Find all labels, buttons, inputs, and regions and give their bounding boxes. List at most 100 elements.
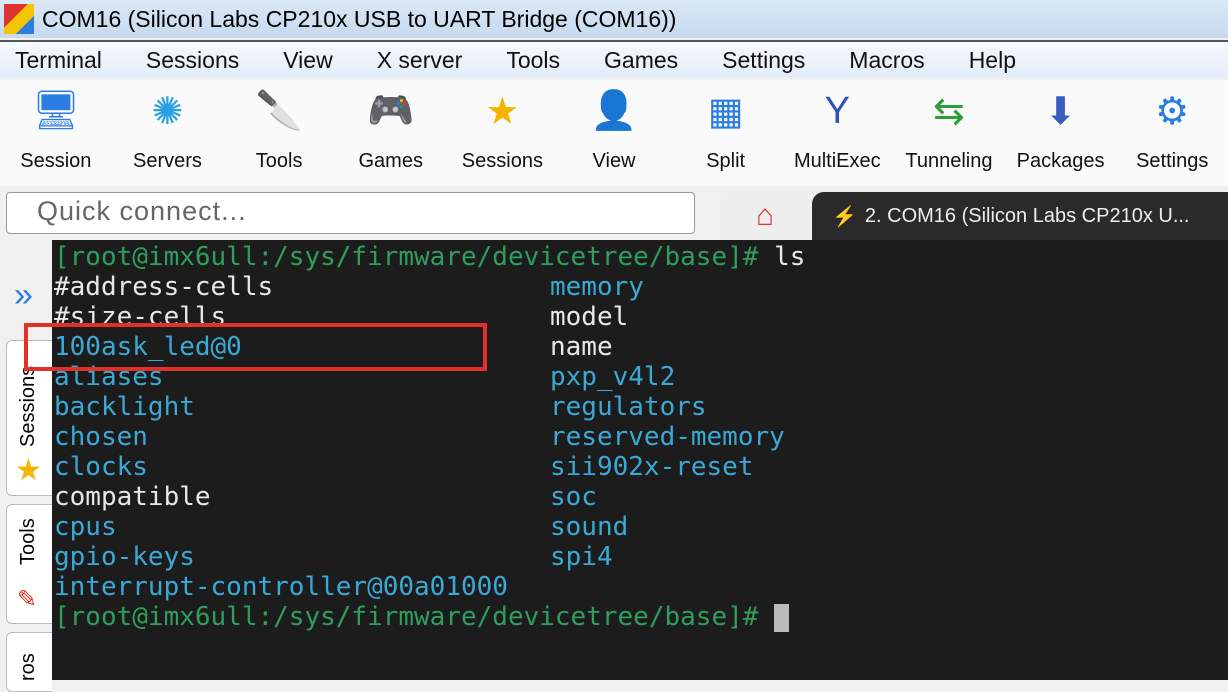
toolbar-label: Settings bbox=[1136, 150, 1209, 172]
gear-icon: ⚙ bbox=[1155, 90, 1190, 133]
toolbar-label: Split bbox=[706, 150, 746, 172]
sidebar-tab-label: ros bbox=[17, 653, 39, 681]
home-icon: ⌂ bbox=[755, 199, 775, 232]
menu-terminal[interactable]: Terminal bbox=[15, 47, 102, 74]
ls-entry: regulators bbox=[550, 392, 707, 422]
ls-entry: chosen bbox=[54, 422, 148, 452]
ls-entry: interrupt-controller@00a01000 bbox=[54, 572, 508, 602]
ls-entry: sound bbox=[550, 512, 628, 542]
toolbar-label: Packages bbox=[1016, 150, 1105, 172]
expand-sidebar-icon[interactable]: » bbox=[14, 276, 33, 315]
toolbar-games-button[interactable]: 🎮 Games bbox=[335, 80, 447, 186]
entry-name: memory bbox=[550, 272, 644, 302]
menu-settings[interactable]: Settings bbox=[722, 47, 805, 74]
session-tab[interactable]: ⚡ 2. COM16 (Silicon Labs CP210x U... bbox=[812, 192, 1228, 240]
entry-name: model bbox=[550, 302, 629, 332]
split-icon: ▦ bbox=[707, 90, 744, 133]
entry-name: backlight bbox=[54, 392, 195, 422]
left-sidebar: » Sessions ★ Tools ✎ ros bbox=[0, 240, 52, 692]
package-icon: ⬇ bbox=[1044, 90, 1077, 133]
toolbar-sessions-button[interactable]: ★ Sessions bbox=[447, 80, 559, 186]
menu-tools[interactable]: Tools bbox=[506, 47, 560, 74]
menu-view[interactable]: View bbox=[283, 47, 332, 74]
entry-name: clocks bbox=[54, 452, 148, 482]
toolbar-label: Session bbox=[20, 150, 92, 172]
ls-entry: spi4 bbox=[550, 542, 613, 572]
toolbar-label: Servers bbox=[133, 150, 202, 172]
ls-entry: clocks bbox=[54, 452, 148, 482]
menu-bar: Terminal Sessions View X server Tools Games Se… bbox=[0, 40, 1228, 78]
entry-name: regulators bbox=[550, 392, 707, 422]
fork-icon: Y bbox=[824, 89, 850, 132]
ls-entry: backlight bbox=[54, 392, 195, 422]
sidebar-tab-tools[interactable]: Tools ✎ bbox=[6, 504, 52, 624]
ls-entry: name bbox=[550, 332, 613, 362]
prompt: [root@imx6ull:/sys/firmware/devicetree/b… bbox=[54, 242, 775, 272]
toolbar-servers-button[interactable]: ✺ Servers bbox=[112, 80, 224, 186]
ls-entry: cpus bbox=[54, 512, 117, 542]
entry-name: cpus bbox=[54, 512, 117, 542]
sidebar-tab-macros[interactable]: ros bbox=[6, 632, 52, 692]
toolbar-tools-button[interactable]: 🔪 Tools bbox=[223, 80, 335, 186]
entry-name: gpio-keys bbox=[54, 542, 195, 572]
toolbar-label: Tools bbox=[255, 150, 303, 172]
ls-entry: memory bbox=[550, 272, 644, 302]
toolbar-view-button[interactable]: 👤 View bbox=[558, 80, 670, 186]
sidebar-tab-label: Tools bbox=[17, 518, 39, 565]
title-bar: COM16 (Silicon Labs CP210x USB to UART B… bbox=[0, 0, 1228, 38]
entry-name: soc bbox=[550, 482, 597, 512]
toolbar-label: View bbox=[592, 150, 636, 172]
toolbar: 🖥 Session ✺ Servers 🔪 Tools 🎮 Games ★ Sessions 👤 Vi… bbox=[0, 80, 1228, 186]
toolbar-multiexec-button[interactable]: Y MultiExec bbox=[781, 80, 893, 186]
command: ls bbox=[774, 242, 806, 272]
toolbar-split-button[interactable]: ▦ Split bbox=[670, 80, 782, 186]
terminal[interactable]: [root@imx6ull:/sys/firmware/devicetree/b… bbox=[52, 240, 1228, 680]
session-tab-label: 2. COM16 (Silicon Labs CP210x U... bbox=[864, 204, 1190, 227]
toolbar-label: Tunneling bbox=[905, 150, 993, 172]
ls-entry: model bbox=[550, 302, 628, 332]
toolbar-tunneling-button[interactable]: ⇆ Tunneling bbox=[893, 80, 1005, 186]
entry-name: interrupt-controller@00a01000 bbox=[54, 572, 508, 602]
ls-entry: pxp_v4l2 bbox=[550, 362, 675, 392]
entry-name: name bbox=[550, 332, 613, 362]
entry-name: pxp_v4l2 bbox=[550, 362, 676, 392]
ls-entry: sii902x-reset bbox=[550, 452, 754, 482]
menu-sessions[interactable]: Sessions bbox=[146, 47, 239, 74]
toolbar-settings-button[interactable]: ⚙ Settings bbox=[1116, 80, 1228, 186]
entry-name: sii902x-reset bbox=[550, 452, 754, 482]
toolbar-label: Sessions bbox=[461, 150, 543, 172]
star-icon: ★ bbox=[485, 90, 520, 133]
ls-entry: soc bbox=[550, 482, 597, 512]
network-icon: ✺ bbox=[151, 90, 184, 133]
menu-help[interactable]: Help bbox=[969, 47, 1016, 74]
app-logo-icon bbox=[4, 4, 34, 34]
home-tab[interactable]: ⌂ bbox=[720, 192, 810, 240]
star-icon: ★ bbox=[15, 454, 42, 487]
prompt-line: [root@imx6ull:/sys/firmware/devicetree/b… bbox=[54, 602, 790, 632]
serial-plug-icon: ⚡ bbox=[832, 205, 857, 228]
prompt-line: [root@imx6ull:/sys/firmware/devicetree/b… bbox=[54, 242, 805, 272]
toolbar-packages-button[interactable]: ⬇ Packages bbox=[1005, 80, 1117, 186]
monitor-icon: 🖥 bbox=[31, 90, 80, 132]
entry-name: reserved-memory bbox=[550, 422, 785, 452]
cursor bbox=[774, 603, 790, 632]
sidebar-tab-label: Sessions bbox=[17, 365, 39, 447]
ls-entry: #address-cells bbox=[54, 272, 273, 302]
user-screen-icon: 👤 bbox=[590, 90, 638, 132]
prompt: [root@imx6ull:/sys/firmware/devicetree/b… bbox=[54, 602, 775, 632]
gamepad-icon: 🎮 bbox=[367, 90, 415, 132]
entry-name: sound bbox=[550, 512, 629, 542]
menu-games[interactable]: Games bbox=[604, 47, 678, 74]
ls-entry: gpio-keys bbox=[54, 542, 195, 572]
toolbar-label: MultiExec bbox=[793, 150, 881, 172]
quick-connect-input[interactable]: Quick connect... bbox=[6, 192, 695, 234]
entry-name: chosen bbox=[54, 422, 148, 452]
ls-entry: compatible bbox=[54, 482, 211, 512]
entry-name: compatible bbox=[54, 482, 211, 512]
knife-icon: ✎ bbox=[17, 586, 38, 613]
toolbar-session-button[interactable]: 🖥 Session bbox=[0, 80, 112, 186]
menu-macros[interactable]: Macros bbox=[849, 47, 924, 74]
menu-x-server[interactable]: X server bbox=[377, 47, 463, 74]
tunnel-icon: ⇆ bbox=[933, 90, 965, 133]
entry-name: spi4 bbox=[550, 542, 613, 572]
